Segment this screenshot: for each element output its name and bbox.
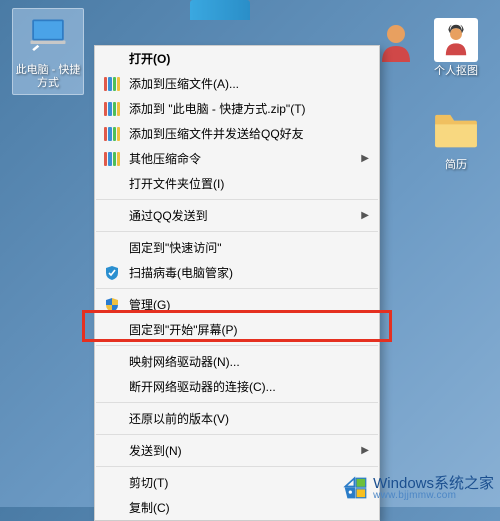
- menu-item-send-to[interactable]: 发送到(N) ▶: [95, 438, 379, 463]
- menu-item-add-zip[interactable]: 添加到 "此电脑 - 快捷方式.zip"(T): [95, 96, 379, 121]
- menu-item-map-drive[interactable]: 映射网络驱动器(N)...: [95, 349, 379, 374]
- desktop-icon-label: 简历: [420, 159, 492, 172]
- menu-item-cut[interactable]: 剪切(T): [95, 470, 379, 495]
- chevron-right-icon: ▶: [361, 153, 369, 164]
- menu-item-pin-quick[interactable]: 固定到"快速访问": [95, 235, 379, 260]
- menu-separator: [96, 402, 378, 403]
- menu-item-scan-virus[interactable]: 扫描病毒(电脑管家): [95, 260, 379, 285]
- menu-item-add-archive[interactable]: 添加到压缩文件(A)...: [95, 71, 379, 96]
- computer-icon: [27, 16, 69, 58]
- menu-item-pin-start[interactable]: 固定到"开始"屏幕(P): [95, 317, 379, 342]
- watermark-title: Windows系统之家: [373, 476, 494, 491]
- folder-icon: [433, 113, 479, 151]
- books-icon: [103, 75, 121, 93]
- menu-item-disconnect-drive[interactable]: 断开网络驱动器的连接(C)...: [95, 374, 379, 399]
- desktop-icon-label: 此电脑 - 快捷方式: [15, 64, 81, 90]
- menu-item-copy[interactable]: 复制(C): [95, 495, 379, 520]
- top-fragment: [190, 0, 250, 20]
- menu-item-open-location[interactable]: 打开文件夹位置(I): [95, 171, 379, 196]
- books-icon: [103, 100, 121, 118]
- windows-logo-icon: [343, 475, 369, 501]
- context-menu: 打开(O) 添加到压缩文件(A)... 添加到 "此电脑 - 快捷方式.zip"…: [94, 45, 380, 521]
- menu-item-add-send-qq[interactable]: 添加到压缩文件并发送给QQ好友: [95, 121, 379, 146]
- person-icon: [439, 23, 473, 57]
- books-icon: [103, 150, 121, 168]
- menu-item-send-qq[interactable]: 通过QQ发送到 ▶: [95, 203, 379, 228]
- desktop-icon-this-pc[interactable]: 此电脑 - 快捷方式: [12, 8, 84, 95]
- menu-separator: [96, 288, 378, 289]
- watermark-url: www.bjjmmw.com: [373, 491, 494, 501]
- menu-separator: [96, 199, 378, 200]
- chevron-right-icon: ▶: [361, 445, 369, 456]
- watermark: Windows系统之家 www.bjjmmw.com: [343, 475, 494, 501]
- shield-check-icon: [103, 264, 121, 282]
- menu-item-open[interactable]: 打开(O): [95, 46, 379, 71]
- menu-separator: [96, 434, 378, 435]
- books-icon: [103, 125, 121, 143]
- chevron-right-icon: ▶: [361, 210, 369, 221]
- menu-item-other-archive[interactable]: 其他压缩命令 ▶: [95, 146, 379, 171]
- desktop-icon-person[interactable]: 个人抠图: [420, 18, 492, 78]
- menu-item-restore[interactable]: 还原以前的版本(V): [95, 406, 379, 431]
- menu-item-manage[interactable]: 管理(G): [95, 292, 379, 317]
- menu-separator: [96, 231, 378, 232]
- desktop-icon-folder[interactable]: 简历: [420, 108, 492, 172]
- desktop-icon-label: 个人抠图: [420, 65, 492, 78]
- uac-shield-icon: [103, 296, 121, 314]
- menu-separator: [96, 345, 378, 346]
- menu-separator: [96, 466, 378, 467]
